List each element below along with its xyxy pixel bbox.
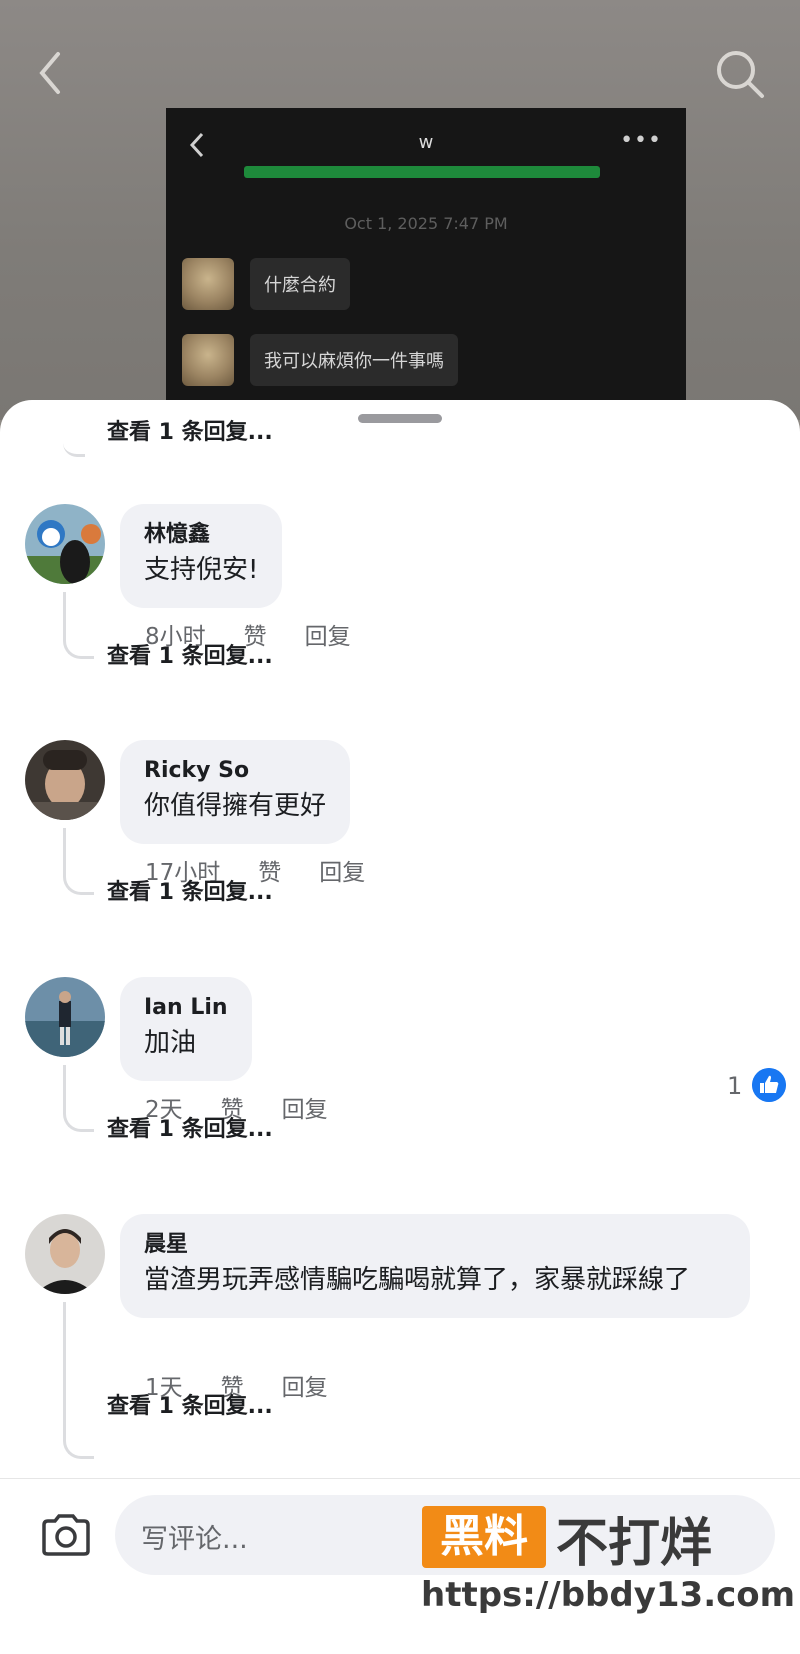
avatar[interactable] — [25, 1214, 105, 1294]
chat-screenshot-image: w ••• Oct 1, 2025 7:47 PM 什麼合約 我可以麻煩你一件事… — [166, 108, 686, 420]
comments-sheet: 查看 1 条回复... 林憶鑫 支持倪安! 8小时赞回复 查看 1 条回复...… — [0, 400, 800, 1654]
thumbs-up-icon[interactable] — [752, 1068, 786, 1102]
comment-text: 支持倪安! — [144, 555, 259, 585]
progress-bar — [244, 166, 600, 178]
search-icon[interactable] — [712, 46, 768, 102]
thread-line — [63, 592, 94, 659]
watermark-url: https://bbdy13.com — [421, 1575, 796, 1615]
comment-composer: 写评论... 黑料 不打烊 https://bbdy13.com — [0, 1478, 800, 1654]
reply-button[interactable]: 回复 — [282, 1375, 328, 1401]
reply-button[interactable]: 回复 — [282, 1097, 328, 1123]
comment-text: 當渣男玩弄感情騙吃騙喝就算了，家暴就踩線了 — [144, 1265, 691, 1295]
avatar[interactable] — [25, 504, 105, 584]
avatar[interactable] — [25, 740, 105, 820]
chat-timestamp: Oct 1, 2025 7:47 PM — [344, 214, 508, 233]
comment-bubble[interactable]: 林憶鑫 支持倪安! — [120, 504, 283, 608]
view-replies-link[interactable]: 查看 1 条回复... — [107, 1111, 273, 1143]
comment-bubble[interactable]: Ian Lin 加油 — [120, 977, 252, 1081]
avatar[interactable] — [25, 977, 105, 1057]
comment-bubble[interactable]: Ricky So 你值得擁有更好 — [120, 740, 351, 844]
comment-author[interactable]: 林憶鑫 — [144, 520, 258, 550]
view-replies-link[interactable]: 查看 1 条回复... — [107, 874, 273, 906]
thread-line — [63, 1302, 94, 1459]
chat-avatar — [182, 334, 234, 386]
comment-author[interactable]: Ian Lin — [144, 993, 228, 1023]
comment-author[interactable]: 晨星 — [144, 1230, 726, 1260]
comment-input-placeholder: 写评论... — [141, 1524, 248, 1555]
watermark-text: 不打烊 — [556, 1514, 713, 1574]
camera-icon[interactable] — [40, 1513, 92, 1557]
reply-button[interactable]: 回复 — [305, 624, 351, 650]
like-count[interactable]: 1 — [727, 1072, 742, 1100]
drag-handle[interactable] — [358, 414, 442, 423]
chat-avatar — [182, 258, 234, 310]
back-icon[interactable] — [30, 48, 70, 98]
comment-bubble[interactable]: 晨星 當渣男玩弄感情騙吃騙喝就算了，家暴就踩線了 — [120, 1214, 750, 1318]
watermark-badge: 黑料 — [422, 1506, 546, 1568]
more-icon: ••• — [620, 128, 662, 153]
view-replies-link[interactable]: 查看 1 条回复... — [107, 414, 273, 446]
thread-line — [63, 438, 85, 457]
chat-title: w — [418, 132, 434, 153]
comment-text: 你值得擁有更好 — [144, 791, 327, 821]
thread-line — [63, 828, 94, 895]
reply-button[interactable]: 回复 — [319, 860, 365, 886]
comment-text: 加油 — [144, 1028, 197, 1058]
chat-message: 我可以麻煩你一件事嗎 — [250, 334, 458, 386]
view-replies-link[interactable]: 查看 1 条回复... — [107, 1388, 273, 1420]
thread-line — [63, 1065, 94, 1132]
chat-message: 什麼合約 — [250, 258, 350, 310]
view-replies-link[interactable]: 查看 1 条回复... — [107, 638, 273, 670]
comment-author[interactable]: Ricky So — [144, 756, 326, 786]
